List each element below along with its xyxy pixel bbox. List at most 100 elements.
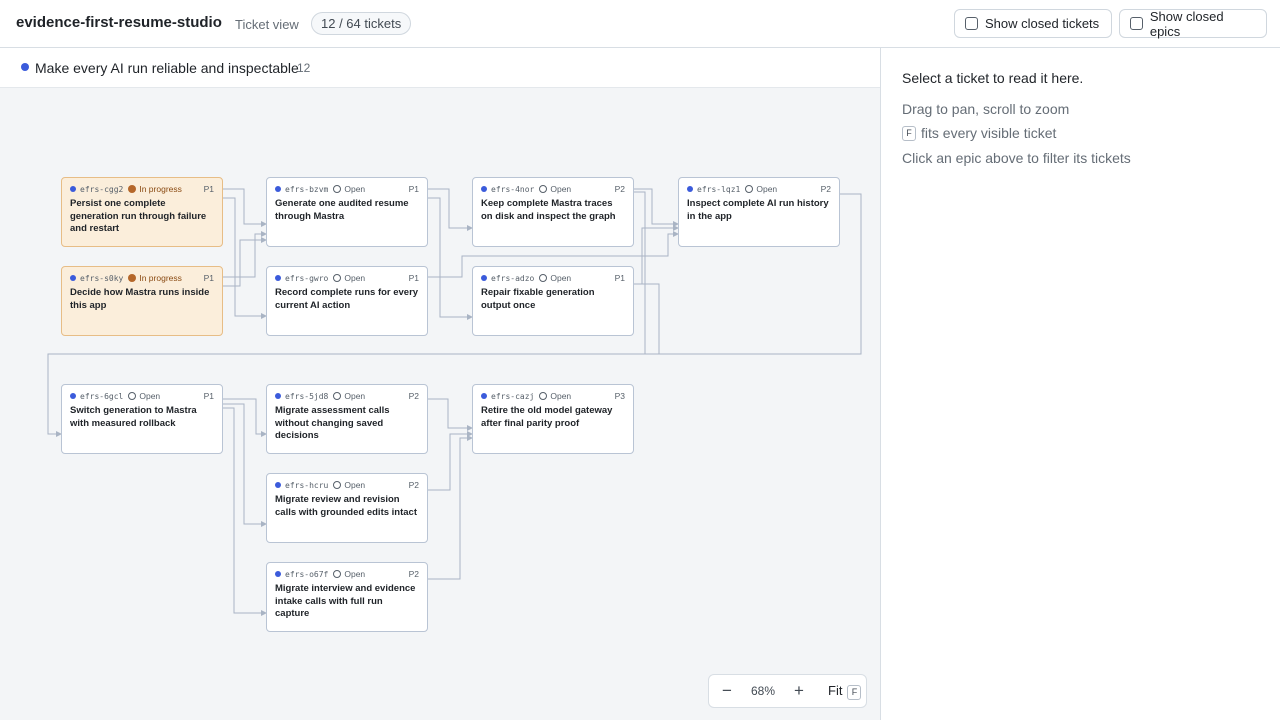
- ticket-priority: P2: [408, 391, 419, 401]
- epic-dot: [70, 186, 76, 192]
- ticket-status: Open: [344, 391, 366, 401]
- epic-filter-item[interactable]: Make every AI run reliable and inspectab…: [35, 60, 299, 76]
- fit-button[interactable]: Fit F: [828, 682, 862, 700]
- ticket-priority: P2: [408, 480, 419, 490]
- plus-icon[interactable]: +: [781, 681, 817, 701]
- ticket-status: Open: [550, 391, 572, 401]
- ticket-card-efrs-gwro[interactable]: efrs-gwro Open P1 Record complete runs for…: [266, 266, 428, 336]
- show-closed-epics-toggle[interactable]: Show closed epics: [1119, 9, 1267, 39]
- open-status-icon: [745, 185, 754, 193]
- ticket-priority: P2: [408, 569, 419, 579]
- ticket-title: Repair fixable generation output once: [481, 287, 595, 311]
- ticket-title: Record complete runs for every current A…: [275, 287, 419, 311]
- edge: [428, 188, 473, 231]
- ticket-status: In progress: [139, 273, 182, 283]
- ticket-title: Migrate assessment calls without changin…: [275, 405, 390, 441]
- app-title: evidence-first-resume-studio: [16, 14, 222, 31]
- edge: [633, 188, 679, 227]
- epic-color-dot: [21, 63, 29, 71]
- minus-icon[interactable]: −: [709, 681, 745, 701]
- ticket-status: In progress: [139, 184, 182, 194]
- open-status-icon: [333, 274, 342, 282]
- ticket-id: efrs-lqz1: [697, 184, 741, 194]
- ticket-card-efrs-bzvm[interactable]: efrs-bzvm Open P1 Generate one audited res…: [266, 177, 428, 247]
- epic-dot: [275, 186, 281, 192]
- epic-dot: [481, 186, 487, 192]
- ticket-priority: P1: [203, 273, 214, 283]
- hint-fit: F fits every visible ticket: [902, 125, 1056, 141]
- open-status-icon: [333, 185, 342, 193]
- panel-lead-text: Select a ticket to read it here.: [902, 70, 1084, 86]
- epic-dot: [275, 275, 281, 281]
- ticket-id: efrs-cazj: [491, 391, 535, 401]
- ticket-detail-panel: Select a ticket to read it here. Drag to…: [880, 48, 1280, 720]
- ticket-priority: P2: [614, 184, 625, 194]
- ticket-title: Switch generation to Mastra with measure…: [70, 405, 197, 429]
- ticket-title: Generate one audited resume through Mast…: [275, 198, 409, 222]
- epic-dot: [275, 393, 281, 399]
- ticket-card-efrs-lqz1[interactable]: efrs-lqz1 Open P2 Inspect complete AI run …: [678, 177, 840, 247]
- fit-shortcut-key: F: [847, 684, 862, 700]
- ticket-title: Migrate review and revision calls with g…: [275, 494, 417, 518]
- open-status-icon: [333, 392, 342, 400]
- ticket-priority: P2: [820, 184, 831, 194]
- ticket-priority: P1: [408, 184, 419, 194]
- top-bar: evidence-first-resume-studio Ticket view…: [0, 0, 1280, 48]
- edge: [428, 197, 473, 320]
- view-label: Ticket view: [235, 17, 299, 32]
- ticket-id: efrs-cgg2: [80, 184, 124, 194]
- ticket-count-badge: 12 / 64 tickets: [311, 12, 412, 35]
- ticket-id: efrs-5jd8: [285, 391, 329, 401]
- ticket-id: efrs-6gcl: [80, 391, 124, 401]
- ticket-title: Decide how Mastra runs inside this app: [70, 287, 210, 311]
- open-status-icon: [333, 570, 342, 578]
- ticket-card-efrs-5jd8[interactable]: efrs-5jd8 Open P2 Migrate assessment calls…: [266, 384, 428, 454]
- ticket-status: Open: [344, 184, 366, 194]
- ticket-id: efrs-s0ky: [80, 273, 124, 283]
- ticket-title: Inspect complete AI run history in the a…: [687, 198, 829, 222]
- ticket-card-efrs-6gcl[interactable]: efrs-6gcl Open P1 Switch generation to Mas…: [61, 384, 223, 454]
- ticket-title: Persist one complete generation run thro…: [70, 198, 207, 234]
- open-status-icon: [539, 185, 548, 193]
- ticket-priority: P1: [408, 273, 419, 283]
- ticket-priority: P1: [203, 391, 214, 401]
- ticket-card-efrs-cgg2[interactable]: efrs-cgg2 In progress P1 Persist one compl…: [61, 177, 223, 247]
- edge: [222, 237, 267, 287]
- ticket-id: efrs-gwro: [285, 273, 329, 283]
- ticket-status: Open: [139, 391, 161, 401]
- edge: [222, 188, 267, 227]
- ticket-title: Retire the old model gateway after final…: [481, 405, 613, 429]
- show-closed-tickets-toggle[interactable]: Show closed tickets: [954, 9, 1112, 38]
- edge: [428, 398, 473, 431]
- zoom-level: 68%: [750, 684, 776, 698]
- ticket-card-efrs-s0ky[interactable]: efrs-s0ky In progress P1 Decide how Mastra…: [61, 266, 223, 336]
- show-closed-epics-checkbox[interactable]: [1130, 17, 1143, 30]
- ticket-id: efrs-bzvm: [285, 184, 329, 194]
- ticket-card-efrs-o67f[interactable]: efrs-o67f Open P2 Migrate interview and ev…: [266, 562, 428, 632]
- ticket-id: efrs-o67f: [285, 569, 329, 579]
- hint-fit-text: fits every visible ticket: [921, 125, 1057, 141]
- ticket-priority: P1: [614, 273, 625, 283]
- ticket-status: Open: [550, 273, 572, 283]
- epic-dot: [481, 275, 487, 281]
- ticket-graph-canvas[interactable]: efrs-cgg2 In progress P1 Persist one compl…: [0, 88, 880, 720]
- ticket-title: Keep complete Mastra traces on disk and …: [481, 198, 616, 222]
- ticket-status: Open: [344, 569, 366, 579]
- ticket-status: Open: [550, 184, 572, 194]
- hint-filter-epic: Click an epic above to filter its ticket…: [902, 150, 1131, 166]
- epic-dot: [275, 571, 281, 577]
- ticket-card-efrs-hcru[interactable]: efrs-hcru Open P2 Migrate review and revis…: [266, 473, 428, 543]
- show-closed-tickets-checkbox[interactable]: [965, 17, 978, 30]
- ticket-card-efrs-cazj[interactable]: efrs-cazj Open P3 Retire the old model gat…: [472, 384, 634, 454]
- ticket-priority: P1: [203, 184, 214, 194]
- show-closed-tickets-label: Show closed tickets: [985, 16, 1100, 31]
- fit-shortcut-key: F: [902, 125, 916, 141]
- ticket-card-efrs-adzo[interactable]: efrs-adzo Open P1 Repair fixable generatio…: [472, 266, 634, 336]
- ticket-card-efrs-4nor[interactable]: efrs-4nor Open P2 Keep complete Mastra tra…: [472, 177, 634, 247]
- epic-dot: [687, 186, 693, 192]
- open-status-icon: [539, 274, 548, 282]
- ticket-priority: P3: [614, 391, 625, 401]
- epic-bar: Make every AI run reliable and inspectab…: [0, 48, 880, 88]
- fit-label: Fit: [828, 682, 843, 698]
- ticket-status: Open: [344, 480, 366, 490]
